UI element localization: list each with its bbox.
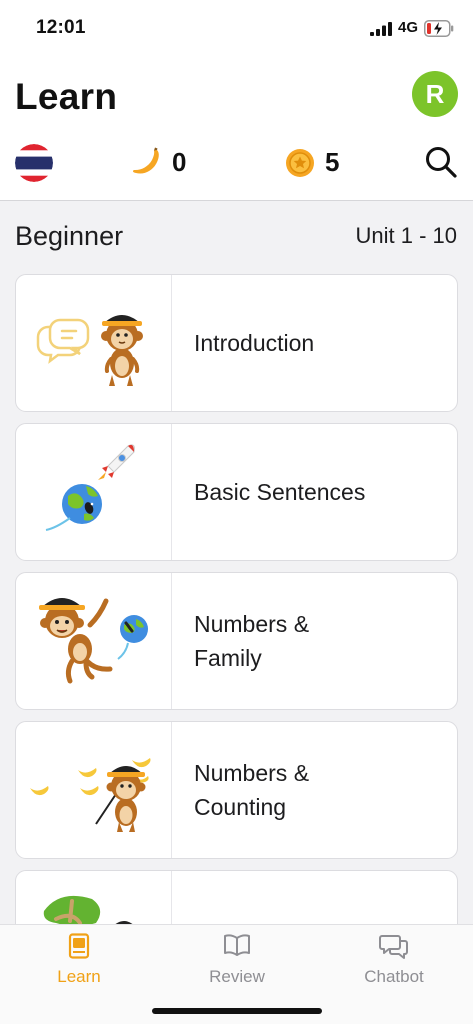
search-icon[interactable] [424,145,458,179]
tab-review[interactable]: Review [158,925,316,995]
lesson-card-basic-sentences[interactable]: Basic Sentences [15,423,458,561]
lesson-title: Basic Sentences [194,479,366,505]
tab-label: Chatbot [364,967,424,986]
banana-icon [132,147,159,174]
lesson-title-line: Family [194,645,262,671]
lesson-card[interactable] [15,870,458,924]
network-type: 4G [398,19,419,36]
tab-label: Review [209,967,265,986]
page-title: Learn [15,76,118,117]
banana-count: 0 [172,147,187,177]
lesson-title-line: Counting [194,794,287,820]
profile-avatar-button[interactable]: R [412,71,458,117]
globe-icon [117,615,148,660]
battery-charging-icon [424,20,454,37]
speech-bubble-icon [36,318,90,364]
lesson-illustration [16,722,172,858]
lesson-card-numbers-counting[interactable]: Numbers & Counting [15,721,458,859]
tab-bar: Learn Review Chatbot [0,924,473,1024]
chat-bubbles-icon [379,935,408,959]
level-name: Beginner [15,221,124,251]
globe-icon [45,484,102,531]
lesson-illustration [16,871,172,924]
monkey-icon [101,315,143,386]
lesson-title: Introduction [194,330,315,356]
book-icon [68,933,90,959]
lesson-card-introduction[interactable]: Introduction [15,274,458,412]
tab-chatbot[interactable]: Chatbot [315,925,473,995]
learn-screen: 12:01 4G Learn R 0 5 Beginner Unit 1 - 1… [0,0,473,1024]
lesson-title: Numbers & Counting [194,756,444,824]
monkey-icon [39,598,113,684]
lesson-illustration [16,573,172,709]
lesson-card-numbers-family[interactable]: Numbers & Family [15,572,458,710]
coin-icon [286,149,314,177]
monkey-bananas-illustration [30,758,151,832]
unit-range: Unit 1 - 10 [355,223,458,248]
lesson-list: Beginner Unit 1 - 10 Introduction Basic … [0,200,473,924]
stats-row: 0 5 [0,141,473,185]
monkey-speech-illustration [36,315,143,386]
lesson-title: Numbers & Family [194,607,444,675]
header: Learn R 0 5 [0,56,473,200]
thailand-flag-icon[interactable] [15,144,53,182]
monkey-tree-illustration [43,896,133,924]
status-bar: 12:01 4G [0,0,473,56]
tab-label: Learn [57,967,101,986]
signal-strength-icon [370,22,392,36]
lesson-illustration [16,424,172,560]
tab-learn[interactable]: Learn [0,925,158,995]
monkey-icon [95,766,146,832]
lesson-illustration [16,275,172,411]
status-time: 12:01 [36,17,86,38]
home-indicator [152,1008,322,1014]
coin-count: 5 [325,147,340,177]
lesson-title-line: Numbers & [194,760,310,786]
level-header: Beginner Unit 1 - 10 [0,201,473,271]
open-book-icon [224,934,250,956]
monkey-swing-illustration [39,598,148,684]
lesson-title-line: Numbers & [194,611,310,637]
rocket-globe-illustration [45,444,135,531]
rocket-icon [98,444,135,484]
